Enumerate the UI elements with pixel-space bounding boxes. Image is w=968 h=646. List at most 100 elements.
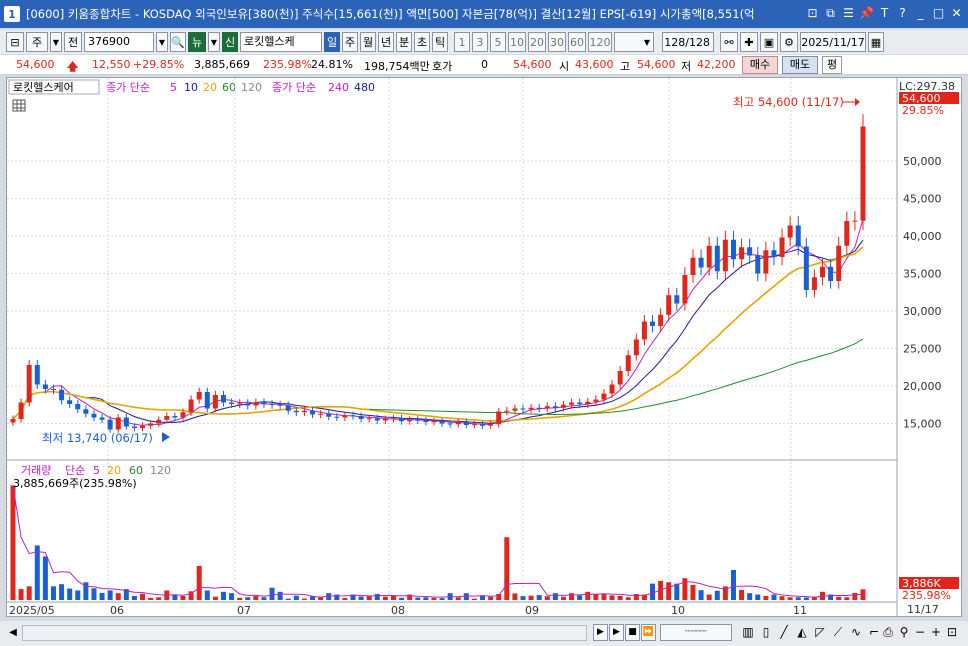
chart-area[interactable]: 로킷헬스케어 종가 단순 5 10 20 60 120 종가 단순 240 48… xyxy=(6,77,962,617)
copy-icon[interactable]: ⧉ xyxy=(823,6,838,21)
tab-minute[interactable]: 분 xyxy=(396,32,412,52)
stop-icon[interactable]: ■ xyxy=(625,624,640,641)
candle-icon[interactable]: ▯ xyxy=(758,624,774,641)
zoom-icon[interactable]: ⚲ xyxy=(896,624,912,641)
candle-body xyxy=(577,402,583,404)
candle-body xyxy=(601,393,607,400)
interval-3[interactable]: 3 xyxy=(472,32,488,52)
layout-icon[interactable]: ⊟ xyxy=(6,32,24,52)
price-chart[interactable]: 로킷헬스케어 종가 단순 5 10 20 60 120 종가 단순 240 48… xyxy=(6,78,961,617)
code-dropdown-icon[interactable]: ▼ xyxy=(156,32,168,52)
volume-bar xyxy=(779,596,785,600)
interval-select[interactable]: ▼ xyxy=(614,32,654,52)
quote-turnover: 24.81% xyxy=(311,58,353,71)
stock-name-field[interactable]: 로킷헬스케 xyxy=(240,32,322,52)
save-icon[interactable]: ▣ xyxy=(760,32,778,52)
prev-button[interactable]: 전 xyxy=(64,32,82,52)
line-icon[interactable]: ╱ xyxy=(776,624,792,641)
candle-body xyxy=(836,245,842,281)
x-axis-label: 09 xyxy=(525,604,539,616)
toolbar: ⊟ 주 ▼ 전 376900 ▼ 🔍 뉴 ▼ 신 로킷헬스케 일 주 월 년 분… xyxy=(0,30,968,54)
maximize-icon[interactable]: □ xyxy=(931,6,946,21)
play-icon[interactable]: ▶ xyxy=(609,624,624,641)
tab-year[interactable]: 년 xyxy=(378,32,394,52)
interval-10[interactable]: 10 xyxy=(508,32,526,52)
scroll-right-icon[interactable]: ▶ xyxy=(593,624,608,641)
font-icon[interactable]: T xyxy=(877,6,892,21)
candle-body xyxy=(609,384,615,394)
tab-tick[interactable]: 틱 xyxy=(432,32,448,52)
interval-60[interactable]: 60 xyxy=(568,32,586,52)
gear-icon[interactable]: ⚙ xyxy=(780,32,798,52)
volume-bar xyxy=(140,593,146,600)
compare-icon[interactable]: ⚯ xyxy=(720,32,738,52)
interval-20[interactable]: 20 xyxy=(528,32,546,52)
trend-icon[interactable]: ⟋ xyxy=(830,624,846,641)
volume-bar xyxy=(293,595,299,600)
zoom-in-icon[interactable]: + xyxy=(928,624,944,641)
date-field[interactable]: 2025/11/17 xyxy=(800,32,866,52)
candle-body xyxy=(245,403,251,406)
period-dropdown-icon[interactable]: ▼ xyxy=(50,32,62,52)
crosshair-icon[interactable]: ✚ xyxy=(740,32,758,52)
candle-body xyxy=(852,220,858,222)
pin-icon[interactable]: 📌 xyxy=(859,6,874,21)
volume-bar xyxy=(115,593,121,600)
legend-ma5: 5 xyxy=(170,81,177,94)
scroll-left-icon[interactable]: ◀ xyxy=(6,625,20,641)
candle-body xyxy=(463,422,469,425)
area-icon[interactable]: ◸ xyxy=(812,624,828,641)
close-icon[interactable]: ✕ xyxy=(949,6,964,21)
bar-chart-icon[interactable]: ▥ xyxy=(740,624,756,641)
mountain-icon[interactable]: ◭ xyxy=(794,624,810,641)
price-tick-label: 50,000 xyxy=(903,155,942,168)
fit-icon[interactable]: ⊡ xyxy=(944,624,960,641)
list-icon[interactable]: ☰ xyxy=(841,6,856,21)
volume-bar xyxy=(277,591,283,600)
interval-120[interactable]: 120 xyxy=(588,32,612,52)
count-input[interactable]: 128/128 xyxy=(662,32,714,52)
new-dropdown-icon[interactable]: ▼ xyxy=(208,32,220,52)
quote-price: 54,600 xyxy=(16,58,55,71)
link-icon[interactable]: ⊡ xyxy=(805,6,820,21)
interval-5[interactable]: 5 xyxy=(490,32,506,52)
zoom-out-icon[interactable]: − xyxy=(912,624,928,641)
tab-month[interactable]: 월 xyxy=(360,32,376,52)
x-axis-end-label: 11/17 xyxy=(907,603,939,616)
wave-icon[interactable]: ∿ xyxy=(848,624,864,641)
candle-body xyxy=(50,389,56,390)
calendar-icon[interactable]: ▦ xyxy=(868,32,884,52)
interval-1[interactable]: 1 xyxy=(454,32,470,52)
new-button[interactable]: 뉴 xyxy=(188,32,206,52)
search-icon[interactable]: 🔍 xyxy=(170,32,186,52)
volume-bar xyxy=(18,589,24,600)
tab-second[interactable]: 초 xyxy=(414,32,430,52)
quote-current: 54,600 xyxy=(513,58,552,71)
interval-30[interactable]: 30 xyxy=(548,32,566,52)
volume-pct-axis: 235.98% xyxy=(902,589,951,602)
stock-code-input[interactable]: 376900 xyxy=(84,32,154,52)
volume-bar xyxy=(714,590,720,600)
speed-slider[interactable]: ┈┈┈┈ xyxy=(660,624,732,641)
candle-body xyxy=(763,250,769,274)
candle-body xyxy=(180,412,186,418)
help-icon[interactable]: ? xyxy=(895,6,910,21)
tab-day[interactable]: 일 xyxy=(324,32,340,52)
candle-body xyxy=(787,225,793,238)
candle-body xyxy=(350,415,356,417)
valuation-button[interactable]: 평 xyxy=(822,56,842,74)
ma60-line xyxy=(369,338,864,416)
tab-week[interactable]: 주 xyxy=(342,32,358,52)
horizontal-scrollbar[interactable] xyxy=(22,625,587,641)
candle-body xyxy=(755,255,761,274)
quote-open: 43,600 xyxy=(575,58,614,71)
candle-body xyxy=(569,402,575,405)
fast-forward-icon[interactable]: ⏩ xyxy=(641,624,656,641)
candle-body xyxy=(204,392,210,409)
sell-button[interactable]: 매도 xyxy=(782,56,818,74)
buy-button[interactable]: 매수 xyxy=(742,56,778,74)
print-icon[interactable]: ⎙ xyxy=(880,624,896,641)
period-select[interactable]: 주 xyxy=(26,32,48,52)
chart-grid-icon[interactable] xyxy=(12,99,26,112)
minimize-icon[interactable]: _ xyxy=(913,6,928,21)
